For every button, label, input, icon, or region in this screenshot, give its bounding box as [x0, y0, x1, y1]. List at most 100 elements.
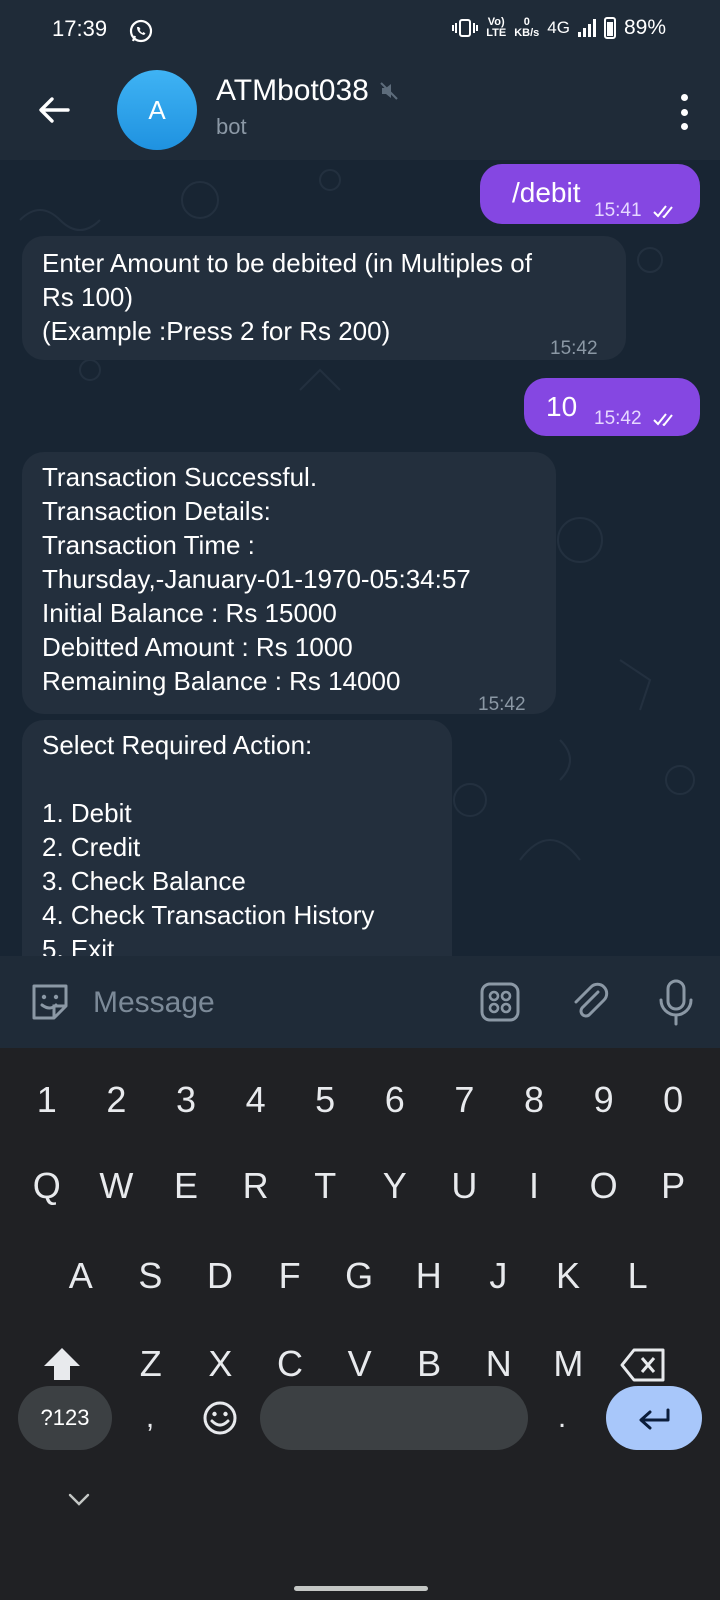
message-line: Select Required Action: [42, 730, 313, 760]
on-screen-keyboard: 1234567890 QWERTYUIOP ASDFGHJKL ZXCVBNM … [0, 1048, 720, 1600]
more-options-icon[interactable] [678, 94, 690, 130]
keyboard-row-1: QWERTYUIOP [0, 1146, 720, 1226]
key-t[interactable]: T [290, 1146, 360, 1226]
key-k[interactable]: K [533, 1236, 603, 1316]
key-7[interactable]: 7 [430, 1060, 500, 1140]
message-outgoing[interactable]: 10 15:42 [524, 378, 700, 436]
key-g[interactable]: G [324, 1236, 394, 1316]
message-line: (Example :Press 2 for Rs 200) [42, 316, 391, 346]
vibrate-icon [452, 19, 479, 37]
muted-speaker-icon [380, 82, 399, 100]
enter-arrow-icon [639, 1408, 670, 1430]
message-line: Enter Amount to be debited (in Multiples… [42, 248, 532, 278]
message-text: 10 [546, 391, 578, 422]
key-h[interactable]: H [394, 1236, 464, 1316]
chat-header: A ATMbot038 bot [0, 60, 720, 160]
key-l[interactable]: L [603, 1236, 673, 1316]
emoji-key[interactable] [202, 1400, 238, 1436]
key-o[interactable]: O [569, 1146, 639, 1226]
battery-percent: 89% [623, 16, 666, 39]
symbols-key-label: ?123 [40, 1405, 90, 1430]
space-key[interactable] [260, 1386, 528, 1450]
period-key-label: . [557, 1401, 567, 1434]
volte-bottom: LTE [486, 27, 507, 39]
shift-key[interactable] [42, 1346, 82, 1382]
key-f[interactable]: F [255, 1236, 325, 1316]
message-incoming[interactable]: Select Required Action: 1. Debit 2. Cred… [22, 720, 452, 956]
key-w[interactable]: W [82, 1146, 152, 1226]
key-8[interactable]: 8 [499, 1060, 569, 1140]
key-r[interactable]: R [221, 1146, 291, 1226]
message-line: Transaction Time : [42, 530, 255, 560]
message-incoming[interactable]: Transaction Successful. Transaction Deta… [22, 452, 556, 715]
key-6[interactable]: 6 [360, 1060, 430, 1140]
chat-messages[interactable]: /debit 15:41 Enter Amount to be debited … [0, 160, 720, 956]
message-time: 15:41 [594, 194, 679, 228]
keyboard-bottom-row: ?123 , . [0, 1386, 720, 1466]
key-1[interactable]: 1 [12, 1060, 82, 1140]
attach-paperclip-icon[interactable] [568, 980, 612, 1024]
enter-key[interactable] [606, 1386, 702, 1450]
chat-subtitle: bot [216, 114, 247, 139]
backspace-key[interactable] [620, 1348, 666, 1382]
status-icons: Vo) LTE 0 KB/s 4G 89% [452, 16, 666, 40]
key-s[interactable]: S [116, 1236, 186, 1316]
message-line: Initial Balance : Rs 15000 [42, 598, 337, 628]
key-5[interactable]: 5 [290, 1060, 360, 1140]
key-a[interactable]: A [46, 1236, 116, 1316]
key-4[interactable]: 4 [221, 1060, 291, 1140]
message-time-value: 15:42 [594, 408, 642, 429]
battery-icon [603, 17, 616, 39]
read-receipt-icon [653, 205, 673, 218]
key-u[interactable]: U [430, 1146, 500, 1226]
key-y[interactable]: Y [360, 1146, 430, 1226]
status-bar: 17:39 Vo) LTE 0 KB/s 4G 89% [0, 0, 720, 60]
home-gesture-bar[interactable] [294, 1586, 428, 1591]
whatsapp-notification-icon [129, 19, 153, 43]
message-line: Remaining Balance : Rs 14000 [42, 666, 401, 696]
message-outgoing[interactable]: /debit 15:41 [480, 164, 700, 224]
avatar[interactable]: A [117, 70, 197, 150]
back-arrow-icon[interactable] [34, 90, 74, 130]
network-speed: 0 KB/s [514, 17, 539, 39]
message-line: 1. Debit [42, 798, 132, 828]
message-line: Transaction Details: [42, 496, 271, 526]
key-d[interactable]: D [185, 1236, 255, 1316]
message-line: 2. Credit [42, 832, 141, 862]
key-3[interactable]: 3 [151, 1060, 221, 1140]
message-line: 5. Exit [42, 934, 115, 956]
message-line: Debitted Amount : Rs 1000 [42, 632, 353, 662]
key-e[interactable]: E [151, 1146, 221, 1226]
key-j[interactable]: J [464, 1236, 534, 1316]
keyboard-number-row: 1234567890 [0, 1060, 720, 1140]
message-time: 15:42 [594, 402, 679, 436]
message-input[interactable]: Message [93, 986, 215, 1020]
sticker-emoji-icon[interactable] [28, 980, 72, 1024]
network-speed-unit: KB/s [514, 27, 540, 39]
microphone-icon[interactable] [656, 978, 696, 1026]
comma-key[interactable]: , [128, 1386, 172, 1450]
key-q[interactable]: Q [12, 1146, 82, 1226]
message-line: 3. Check Balance [42, 866, 246, 896]
key-p[interactable]: P [638, 1146, 708, 1226]
message-line [42, 762, 432, 796]
message-time-value: 15:41 [594, 200, 642, 221]
chat-title-area[interactable]: ATMbot038 bot [216, 74, 399, 140]
message-input-bar: Message [0, 956, 720, 1048]
key-i[interactable]: I [499, 1146, 569, 1226]
message-line: Rs 100) [42, 282, 134, 312]
key-0[interactable]: 0 [638, 1060, 708, 1140]
network-type: 4G [547, 18, 570, 37]
message-text: /debit [512, 177, 581, 208]
bot-commands-icon[interactable] [478, 980, 522, 1024]
keyboard-collapse-chevron-icon[interactable] [68, 1493, 90, 1507]
key-9[interactable]: 9 [569, 1060, 639, 1140]
volte-indicator: Vo) LTE [486, 17, 506, 39]
symbols-key[interactable]: ?123 [18, 1386, 112, 1450]
message-incoming[interactable]: Enter Amount to be debited (in Multiples… [22, 236, 626, 360]
period-key[interactable]: . [540, 1386, 584, 1450]
signal-icon [577, 19, 596, 37]
key-2[interactable]: 2 [82, 1060, 152, 1140]
message-line: 4. Check Transaction History [42, 900, 375, 930]
read-receipt-icon [653, 413, 673, 426]
